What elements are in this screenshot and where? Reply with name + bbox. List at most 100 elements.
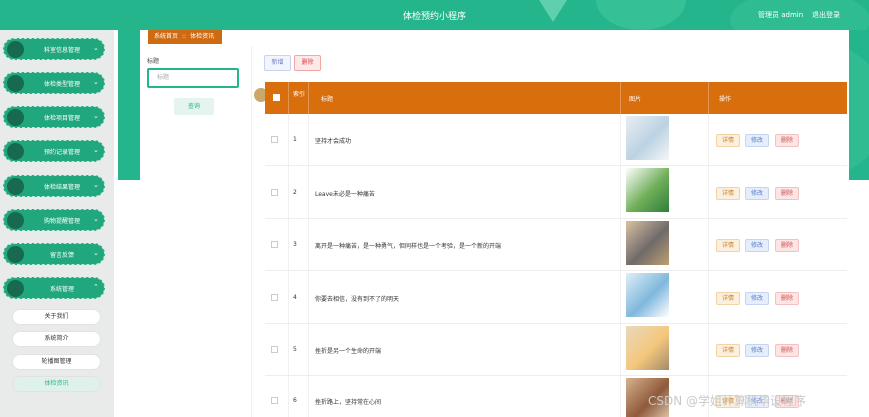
edit-button[interactable]: 修改 (745, 344, 769, 357)
column-header-image: 图片 (629, 96, 642, 103)
cell-index: 4 (289, 271, 309, 323)
column-header-actions: 操作 (719, 96, 732, 103)
row-title: 离开是一种痛苦，是一种勇气，但同样也是一个考验，是一个新的开端 (315, 243, 502, 250)
sidebar-subitem-intro[interactable]: 系统简介 (12, 331, 101, 347)
sidebar-item-label: 体检项目管理 (43, 115, 80, 122)
sidebar-item-label: 科室信息管理 (43, 47, 80, 54)
sidebar-item-exam-type[interactable]: 体检类型管理 ⌄ (3, 72, 105, 94)
sidebar-item-appointment[interactable]: 预约记录管理 ⌄ (3, 140, 105, 162)
row-checkbox[interactable] (271, 397, 278, 404)
detail-button[interactable]: 详情 (716, 344, 740, 357)
add-button[interactable]: 新增 (264, 55, 291, 71)
header-cell-select (265, 82, 289, 114)
row-index: 5 (293, 346, 297, 353)
detail-button[interactable]: 详情 (716, 134, 740, 147)
cell-title: 离开是一种痛苦，是一种勇气，但同样也是一个考验，是一个新的开端 (309, 219, 621, 270)
cell-index: 2 (289, 166, 309, 218)
detail-button[interactable]: 详情 (716, 187, 740, 200)
user-label: 管理员 admin (758, 11, 804, 19)
row-title: 挫折是另一个生命的开端 (315, 348, 382, 355)
sidebar-item-system[interactable]: 系统管理 ⌃ (3, 277, 105, 299)
table-row: 4 你要去相信，没有到不了的明天 详情 修改 删除 (265, 271, 847, 324)
header-cell-index: 索引 (289, 82, 309, 114)
cell-title: 挫折是另一个生命的开端 (309, 324, 621, 375)
bullet-icon (7, 280, 24, 297)
row-checkbox[interactable] (271, 241, 278, 248)
delete-button[interactable]: 删除 (775, 187, 799, 200)
batch-delete-button[interactable]: 删除 (294, 55, 321, 71)
edit-button[interactable]: 修改 (745, 187, 769, 200)
chevron-down-icon: ⌄ (93, 249, 99, 257)
header-cell-actions: 操作 (709, 82, 847, 114)
bullet-icon (7, 41, 24, 58)
sidebar-subitem-carousel[interactable]: 轮播图管理 (12, 354, 101, 370)
select-all-checkbox[interactable] (273, 94, 280, 101)
delete-button[interactable]: 删除 (775, 239, 799, 252)
header-cell-image: 图片 (621, 82, 709, 114)
cell-select (265, 324, 289, 375)
bullet-icon (7, 178, 24, 195)
query-button[interactable]: 查询 (174, 98, 214, 115)
top-bar: 体检预约小程序 管理员 admin 退出登录 (0, 0, 869, 50)
sidebar-item-exam-project[interactable]: 体检项目管理 ⌄ (3, 106, 105, 128)
sidebar-item-label: 体检结果管理 (43, 184, 80, 191)
sidebar-subitem-news[interactable]: 体检资讯 (12, 376, 101, 392)
cell-index: 1 (289, 114, 309, 165)
cell-index: 6 (289, 376, 309, 417)
thumbnail-image (626, 326, 669, 370)
detail-button[interactable]: 详情 (716, 239, 740, 252)
detail-button[interactable]: 详情 (716, 292, 740, 305)
sidebar-item-label: 留言反馈 (49, 252, 74, 259)
sidebar-item-feedback[interactable]: 留言反馈 ⌄ (3, 243, 105, 265)
sidebar-item-exam-result[interactable]: 体检结果管理 ⌄ (3, 175, 105, 197)
edit-button[interactable]: 修改 (745, 239, 769, 252)
row-index: 4 (293, 294, 297, 301)
sidebar-item-label: 购物提醒管理 (43, 218, 80, 225)
sidebar: 科室信息管理 ⌄ 体检类型管理 ⌄ 体检项目管理 ⌄ 预约记录管理 ⌄ 体检结果管理 ⌄ … (0, 30, 114, 417)
table-row: 3 离开是一种痛苦，是一种勇气，但同样也是一个考验，是一个新的开端 详情 修改 删除 (265, 219, 847, 271)
row-index: 6 (293, 397, 297, 404)
cell-title: 你要去相信，没有到不了的明天 (309, 271, 621, 323)
sidebar-item-label: 预约记录管理 (43, 149, 80, 156)
logout-link[interactable]: 退出登录 (812, 10, 840, 20)
row-index: 1 (293, 136, 297, 143)
cell-select (265, 376, 289, 417)
cell-select (265, 219, 289, 270)
chevron-down-icon: ⌄ (93, 181, 99, 189)
edit-button[interactable]: 修改 (745, 134, 769, 147)
cell-select (265, 114, 289, 165)
sidebar-subitem-about[interactable]: 关于我们 (12, 309, 101, 325)
chevron-down-icon: ⌄ (93, 44, 99, 52)
cell-select (265, 271, 289, 323)
row-checkbox[interactable] (271, 189, 278, 196)
row-title: Leave未必是一种痛苦 (315, 191, 375, 198)
title-search-input[interactable]: 标题 (147, 68, 239, 88)
row-checkbox[interactable] (271, 136, 278, 143)
sidebar-item-department[interactable]: 科室信息管理 ⌄ (3, 38, 105, 60)
app-title: 体检预约小程序 (402, 12, 466, 22)
sidebar-item-label: 系统管理 (49, 286, 74, 293)
cell-index: 5 (289, 324, 309, 375)
delete-button[interactable]: 删除 (775, 344, 799, 357)
bullet-icon (7, 109, 24, 126)
filter-title-label: 标题 (147, 58, 160, 65)
row-checkbox[interactable] (271, 346, 278, 353)
header-cell-title: 标题 (309, 82, 621, 114)
table-header: 索引 标题 图片 操作 (265, 82, 847, 114)
chevron-down-icon: ⌄ (93, 78, 99, 86)
divider (251, 46, 252, 417)
row-checkbox[interactable] (271, 294, 278, 301)
breadcrumb-home[interactable]: 系统首页 (154, 33, 178, 40)
table-row: 5 挫折是另一个生命的开端 详情 修改 删除 (265, 324, 847, 376)
bullet-icon (7, 75, 24, 92)
delete-button[interactable]: 删除 (775, 292, 799, 305)
cell-index: 3 (289, 219, 309, 270)
thumbnail-image (626, 273, 669, 317)
breadcrumb-current: 体检资讯 (190, 33, 215, 40)
delete-button[interactable]: 删除 (775, 134, 799, 147)
edit-button[interactable]: 修改 (745, 292, 769, 305)
row-index: 2 (293, 189, 297, 196)
sidebar-item-reminder[interactable]: 购物提醒管理 ⌄ (3, 209, 105, 231)
watermark: CSDN @学姐计算机毕设程序 (648, 394, 807, 408)
chevron-down-icon: ⌄ (93, 215, 99, 223)
